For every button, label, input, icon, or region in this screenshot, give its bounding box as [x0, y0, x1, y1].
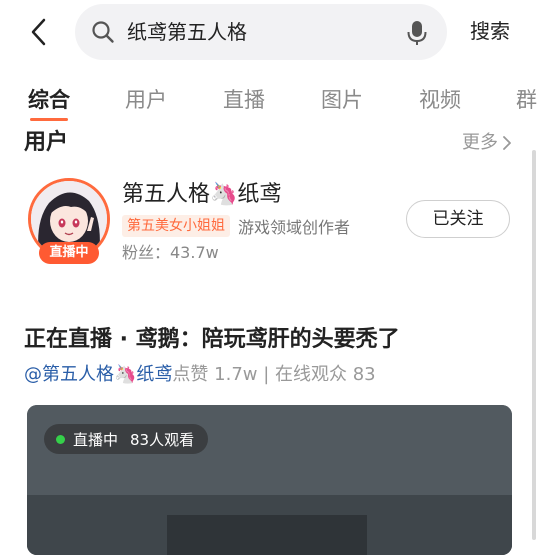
live-dot-icon [56, 434, 65, 444]
fans-count: 粉丝：43.7w [122, 243, 219, 262]
tab-live[interactable]: 直播 [223, 82, 265, 118]
creator-label: 游戏领域创作者 [238, 218, 351, 237]
back-button[interactable] [22, 14, 54, 50]
tab-all[interactable]: 综合 [28, 82, 70, 118]
top-bar: 纸鸢第五人格 搜索 [0, 0, 540, 64]
search-input[interactable]: 纸鸢第五人格 [127, 18, 247, 46]
follow-button[interactable]: 已关注 [406, 200, 510, 238]
live-stats: 点赞 1.7w | 在线观众 83 [172, 364, 376, 385]
author-link[interactable]: @第五人格🦄纸鸢 [24, 364, 172, 385]
active-tab-indicator [30, 118, 68, 121]
tab-images[interactable]: 图片 [321, 82, 363, 118]
microphone-icon[interactable] [405, 19, 429, 47]
pill-status: 直播中 [73, 430, 119, 449]
live-stream-meta: @第五人格🦄纸鸢点赞 1.7w | 在线观众 83 [24, 362, 376, 388]
search-bar[interactable]: 纸鸢第五人格 [75, 4, 447, 60]
user-tags: 第五美女小姐姐 游戏领域创作者 [122, 214, 350, 238]
tab-videos[interactable]: 视频 [419, 82, 461, 118]
users-section-title: 用户 [24, 130, 69, 155]
chevron-right-icon [503, 136, 511, 150]
chevron-left-icon [31, 18, 46, 46]
live-stream-title[interactable]: 正在直播 · 鸢鹅：陪玩鸢肝的头要秃了 [24, 324, 400, 356]
tab-bar: 综合 用户 直播 图片 视频 群 [0, 82, 540, 122]
live-viewers-pill: 直播中 83人观看 [44, 424, 209, 454]
search-button[interactable]: 搜索 [470, 17, 510, 45]
tab-groups[interactable]: 群 [516, 82, 537, 118]
live-badge: 直播中 [39, 242, 99, 264]
more-link[interactable]: 更多 [462, 130, 513, 156]
scrollbar[interactable] [532, 150, 536, 540]
pill-viewers: 83人观看 [130, 430, 195, 449]
search-icon [92, 21, 114, 43]
user-tag: 第五美女小姐姐 [122, 215, 230, 237]
user-avatar[interactable]: 直播中 [28, 178, 110, 264]
more-label: 更多 [462, 132, 498, 153]
user-name[interactable]: 第五人格🦄纸鸢 [122, 179, 281, 211]
tab-users[interactable]: 用户 [125, 82, 167, 118]
